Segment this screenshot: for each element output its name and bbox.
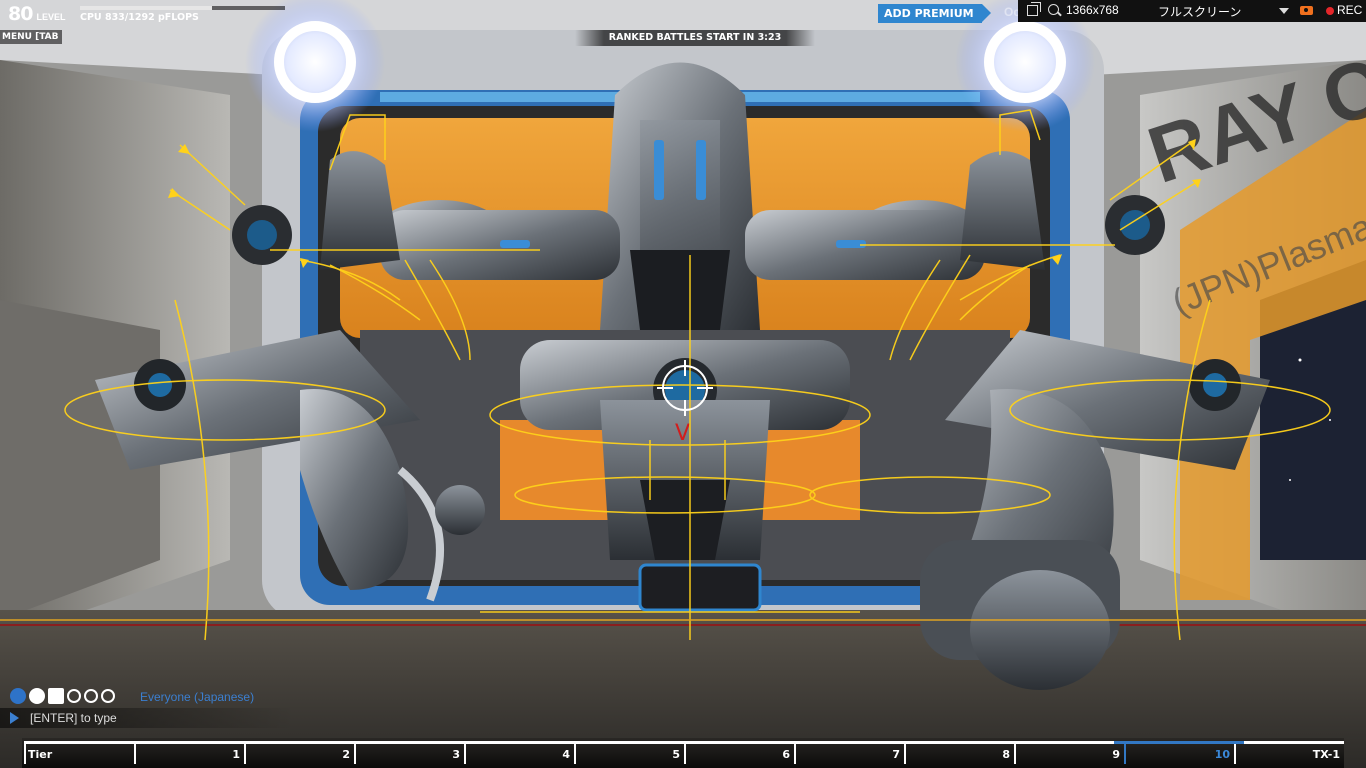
tier-label: Tier bbox=[28, 748, 53, 761]
premium-arrow-icon bbox=[982, 4, 991, 22]
chat-arrow-icon bbox=[10, 712, 19, 724]
tier-cell-1: 1 bbox=[134, 744, 244, 764]
record-dot-icon[interactable] bbox=[1326, 7, 1334, 15]
tier-label: 7 bbox=[892, 748, 900, 761]
tier-cell-9: 9 bbox=[1014, 744, 1124, 764]
tier-cell-2: 2 bbox=[244, 744, 354, 764]
tier-label: 4 bbox=[562, 748, 570, 761]
tier-cell-tx-1: TX-1 bbox=[1234, 744, 1344, 764]
cpu-readout: CPU 833/1292 pFLOPS bbox=[80, 12, 199, 23]
recorder-resolution[interactable]: 1366x768 bbox=[1066, 3, 1119, 17]
p-icon[interactable] bbox=[48, 688, 64, 704]
tier-label: 2 bbox=[342, 748, 350, 761]
recorder-mode[interactable]: フルスクリーン bbox=[1158, 3, 1241, 20]
tier-label: 1 bbox=[232, 748, 240, 761]
tier-label: 8 bbox=[1002, 748, 1010, 761]
ranked-battles-banner: RANKED BATTLES START IN 3:23 bbox=[575, 30, 815, 46]
tier-label: 9 bbox=[1112, 748, 1120, 761]
tier-cell-7: 7 bbox=[794, 744, 904, 764]
tier-cell-4: 4 bbox=[464, 744, 574, 764]
level-label: LEVEL bbox=[36, 12, 66, 22]
player-level: 80 LEVEL bbox=[8, 2, 65, 24]
tier-cell-tier: Tier bbox=[24, 744, 134, 764]
party-3-icon[interactable] bbox=[101, 689, 115, 703]
chat-channel-icons bbox=[10, 688, 115, 704]
tier-cell-5: 5 bbox=[574, 744, 684, 764]
tier-cell-10: 10 bbox=[1124, 744, 1234, 764]
cpu-bar bbox=[80, 6, 285, 10]
tier-cell-8: 8 bbox=[904, 744, 1014, 764]
svg-text:V: V bbox=[675, 421, 690, 446]
level-number: 80 bbox=[8, 3, 33, 25]
tier-label: 5 bbox=[672, 748, 680, 761]
chat-channel-label: Everyone (Japanese) bbox=[140, 690, 255, 704]
menu-button[interactable]: MENU [TAB bbox=[0, 30, 63, 44]
cpu-bar-fill bbox=[80, 6, 213, 10]
chat-placeholder: [ENTER] to type bbox=[30, 711, 117, 725]
tier-label: 3 bbox=[452, 748, 460, 761]
party-2-icon[interactable] bbox=[84, 689, 98, 703]
tier-label: 10 bbox=[1214, 748, 1230, 761]
tier-label: TX-1 bbox=[1312, 748, 1340, 761]
dropdown-icon[interactable] bbox=[1279, 8, 1289, 14]
tier-label: 6 bbox=[782, 748, 790, 761]
party-1-icon[interactable] bbox=[67, 689, 81, 703]
globe-icon[interactable] bbox=[10, 688, 26, 704]
tier-cell-6: 6 bbox=[684, 744, 794, 764]
tier-cell-3: 3 bbox=[354, 744, 464, 764]
record-button[interactable]: REC bbox=[1337, 3, 1362, 17]
gear-person-icon[interactable] bbox=[29, 688, 45, 704]
add-premium-button[interactable]: ADD PREMIUM bbox=[878, 4, 982, 23]
zoom-icon[interactable] bbox=[1048, 4, 1059, 15]
window-icon[interactable] bbox=[1027, 2, 1041, 16]
game-scene: RAY O (JPN)PlasmaDron V bbox=[0, 0, 1366, 768]
camera-icon[interactable] bbox=[1300, 6, 1313, 15]
